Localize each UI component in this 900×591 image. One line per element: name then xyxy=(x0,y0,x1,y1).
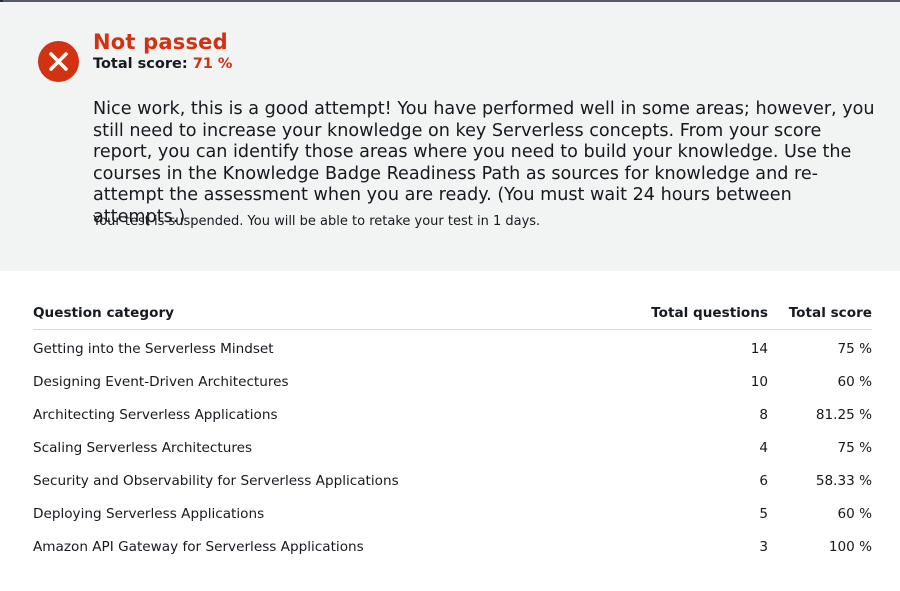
header-question-category: Question category xyxy=(33,297,593,330)
total-score-label: Total score: xyxy=(93,56,188,72)
row-score: 100 % xyxy=(828,538,872,555)
row-questions: 3 xyxy=(759,538,768,555)
row-questions: 4 xyxy=(759,439,768,456)
row-questions: 14 xyxy=(750,340,768,357)
close-icon xyxy=(38,41,79,82)
row-questions: 5 xyxy=(759,505,768,522)
row-score: 75 % xyxy=(837,340,872,357)
table-row: Amazon API Gateway for Serverless Applic… xyxy=(33,530,872,563)
suspension-note: Your test is suspended. You will be able… xyxy=(93,214,541,229)
row-questions: 10 xyxy=(750,373,768,390)
row-category: Scaling Serverless Architectures xyxy=(33,439,253,456)
row-category: Getting into the Serverless Mindset xyxy=(33,340,274,357)
table-row: Getting into the Serverless Mindset 14 7… xyxy=(33,330,872,366)
row-category: Amazon API Gateway for Serverless Applic… xyxy=(33,538,364,555)
row-category: Deploying Serverless Applications xyxy=(33,505,265,522)
row-score: 81.25 % xyxy=(815,406,872,423)
row-questions: 8 xyxy=(759,406,768,423)
table-row: Scaling Serverless Architectures 4 75 % xyxy=(33,431,872,464)
category-results-table: Question category Total questions Total … xyxy=(33,297,872,563)
row-score: 60 % xyxy=(837,373,872,390)
table-row: Deploying Serverless Applications 5 60 % xyxy=(33,497,872,530)
table-header-row: Question category Total questions Total … xyxy=(33,297,872,330)
table-row: Architecting Serverless Applications 8 8… xyxy=(33,398,872,431)
table-row: Designing Event-Driven Architectures 10 … xyxy=(33,365,872,398)
feedback-message: Nice work, this is a good attempt! You h… xyxy=(93,99,875,227)
table-row: Security and Observability for Serverles… xyxy=(33,464,872,497)
header-total-questions: Total questions xyxy=(593,297,768,330)
header-total-score: Total score xyxy=(768,297,872,330)
total-score-value: 71 % xyxy=(192,56,233,72)
row-category: Architecting Serverless Applications xyxy=(33,406,278,423)
row-questions: 6 xyxy=(759,472,768,489)
row-category: Security and Observability for Serverles… xyxy=(33,472,399,489)
total-score-line: Total score: 71 % xyxy=(93,56,232,72)
row-score: 60 % xyxy=(837,505,872,522)
row-score: 75 % xyxy=(837,439,872,456)
row-category: Designing Event-Driven Architectures xyxy=(33,373,289,390)
result-status-title: Not passed xyxy=(93,30,228,54)
row-score: 58.33 % xyxy=(815,472,872,489)
